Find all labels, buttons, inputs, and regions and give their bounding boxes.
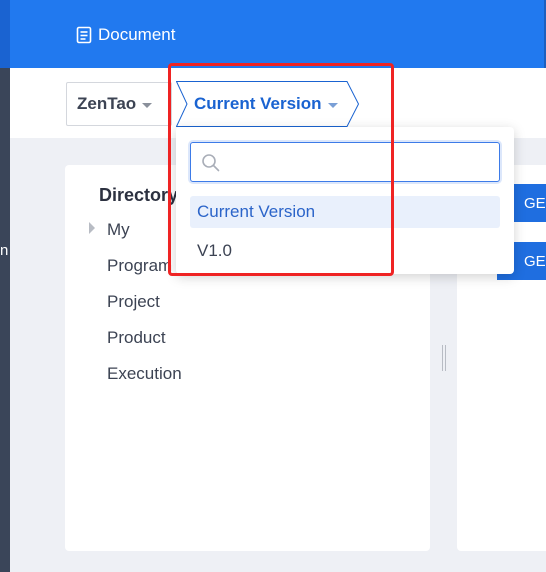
version-selector-button[interactable]: Current Version — [176, 81, 360, 127]
top-header: Document — [10, 0, 546, 68]
version-search-input[interactable] — [227, 149, 491, 177]
version-option-v1[interactable]: V1.0 — [190, 235, 500, 267]
document-icon — [76, 26, 92, 44]
tree-item-my[interactable]: My — [107, 220, 130, 240]
tree-item-product[interactable]: Product — [107, 328, 166, 348]
version-dropdown-menu: Current Version V1.0 — [176, 127, 514, 274]
product-selector-button[interactable]: ZenTao — [66, 82, 172, 126]
version-option-current[interactable]: Current Version — [190, 196, 500, 228]
version-search-field[interactable] — [190, 142, 500, 182]
header-title: Document — [98, 25, 176, 44]
tree-item-execution[interactable]: Execution — [107, 364, 182, 384]
chevron-down-icon — [142, 102, 153, 108]
search-icon — [202, 154, 220, 172]
tree-item-project[interactable]: Project — [107, 292, 160, 312]
version-selector-label: Current Version — [194, 94, 322, 113]
left-nav-rail — [0, 0, 10, 572]
directory-title: Directory — [99, 185, 179, 205]
caret-right-icon[interactable] — [89, 222, 95, 234]
panel-resize-handle[interactable] — [441, 345, 447, 371]
version-option-label: Current Version — [197, 202, 316, 221]
product-selector-label: ZenTao — [77, 94, 137, 113]
left-nav-partial-label[interactable]: n — [0, 242, 8, 259]
header-document-link[interactable]: Document — [76, 24, 175, 46]
tree-item-program[interactable]: Program — [107, 256, 172, 276]
left-nav-rail-top — [0, 0, 10, 68]
chevron-down-icon — [327, 102, 338, 108]
version-option-label: V1.0 — [197, 241, 232, 260]
